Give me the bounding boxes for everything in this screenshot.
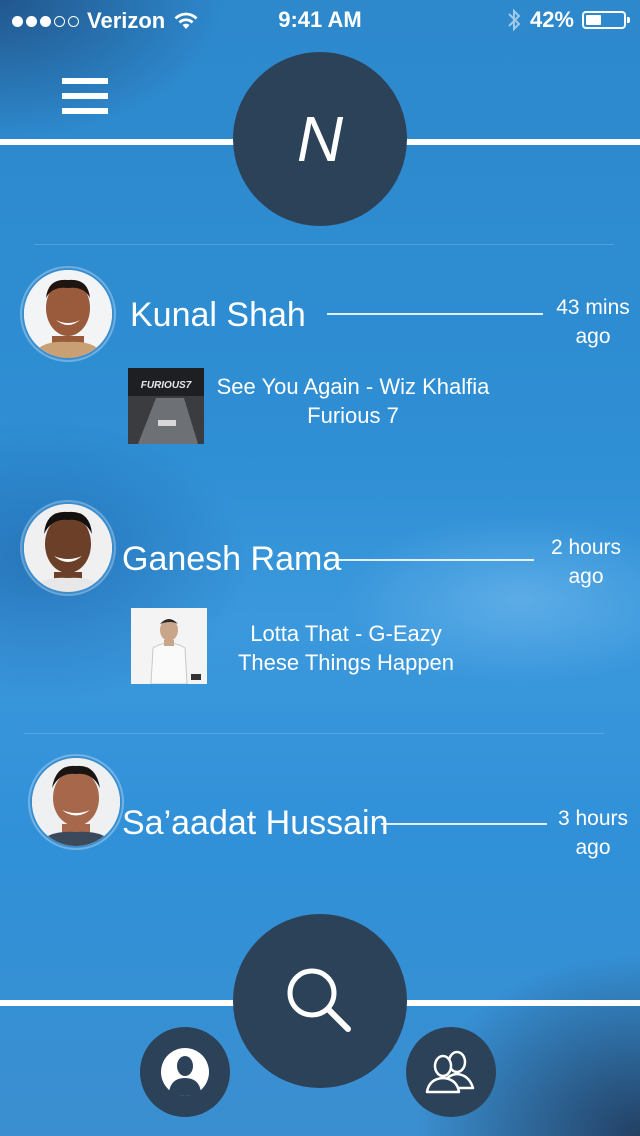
time-suffix: ago [568,565,604,588]
name-connector-line [334,559,534,561]
friend-name: Ganesh Rama [122,540,342,578]
post-time: 3 hours ago [550,804,636,862]
song-info: See You Again - Wiz Khalfia Furious 7 [203,372,503,430]
album-cover: FURIOUS7 [128,368,204,444]
time-suffix: ago [575,836,611,859]
time-value: 2 hours [550,536,622,559]
avatar-photo [24,270,112,358]
post-time: 43 mins ago [548,293,638,351]
footer-divider-left [0,1000,236,1006]
time-value: 3 hours [557,807,629,830]
song-title: See You Again - Wiz Khalfia [216,374,490,399]
avatar[interactable] [30,756,122,848]
header-divider-left [0,139,236,145]
battery-percentage: 42% [529,7,574,32]
list-divider [24,733,604,734]
bluetooth-icon [508,8,521,32]
time-value: 43 mins [556,296,630,319]
footer-divider-right [404,1000,640,1006]
app-logo[interactable]: N [233,52,407,226]
song-album: These Things Happen [237,650,455,675]
friend-name: Kunal Shah [130,296,306,334]
song-info: Lotta That - G-Eazy These Things Happen [206,619,486,677]
profile-icon [161,1048,209,1096]
album-art[interactable]: FURIOUS7 [128,368,204,444]
avatar[interactable] [22,268,114,360]
avatar-photo [24,504,112,592]
friend-name: Sa’aadat Hussain [122,804,389,842]
profile-button[interactable] [140,1027,230,1117]
post-time: 2 hours ago [540,533,632,591]
avatar-photo [32,758,120,846]
song-title: Lotta That - G-Eazy [250,621,442,646]
search-button[interactable] [233,914,407,1088]
list-divider [34,244,614,245]
friends-icon [425,1050,475,1094]
battery-icon [582,11,630,29]
search-icon [287,968,351,1032]
header-divider-right [404,139,640,145]
hamburger-menu-icon[interactable] [62,78,108,114]
logo-letter: N [296,103,344,175]
name-connector-line [327,313,543,315]
name-connector-line [381,823,547,825]
album-art[interactable] [131,608,207,685]
album-cover [131,608,207,685]
battery-level [586,15,601,25]
status-bar: Verizon 9:41 AM 42% [0,0,640,40]
friends-button[interactable] [406,1027,496,1117]
song-album: Furious 7 [307,403,399,428]
album-cover-title: FURIOUS7 [141,380,192,391]
status-right: 42% [506,7,630,33]
avatar[interactable] [22,502,114,594]
time-suffix: ago [575,325,611,348]
